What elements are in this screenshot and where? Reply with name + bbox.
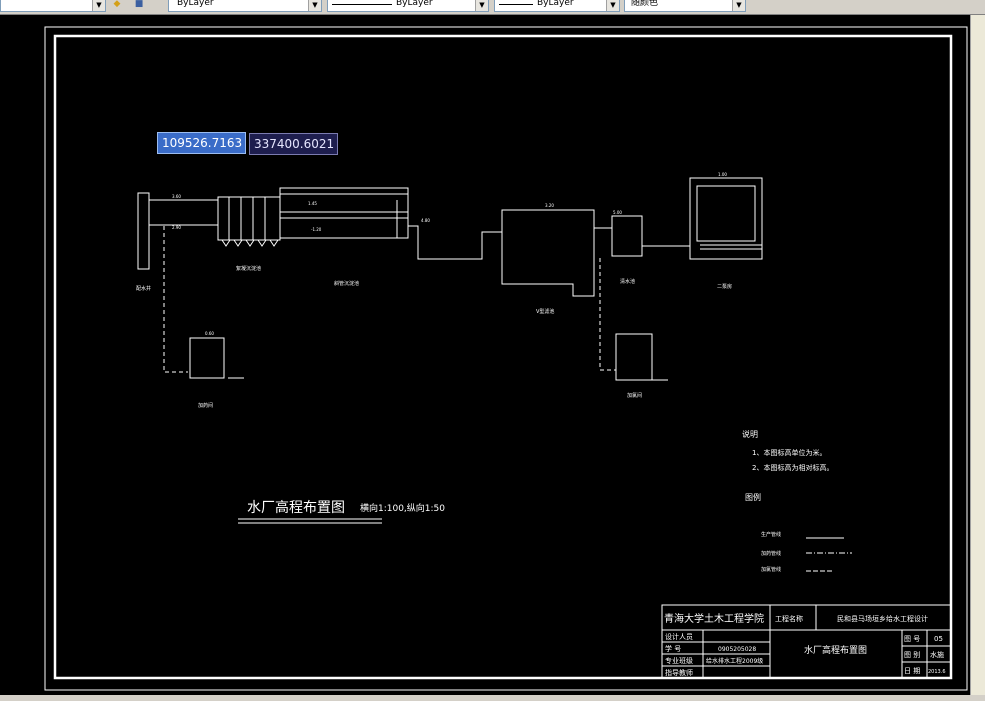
dosing-house [189, 337, 225, 379]
process-profile [137, 177, 763, 381]
project-label: 工程名称 [775, 614, 803, 623]
project-name: 民和县马场垣乡给水工程设计 [837, 614, 928, 623]
elevation-label: 3.20 [545, 203, 554, 208]
structure-label: 斜管沉淀池 [334, 280, 359, 287]
layer-stack-icon[interactable]: ■ [132, 0, 146, 10]
meta-value: 水施 [930, 650, 944, 659]
chevron-down-icon[interactable]: ▼ [308, 0, 321, 11]
linetype-value: ByLayer [396, 0, 433, 8]
notes-heading: 说明 [742, 429, 758, 439]
color-value: ByLayer [177, 0, 214, 8]
sedimentation-tank [279, 187, 409, 239]
x-coordinate-input[interactable]: 109526.7163 [157, 132, 246, 154]
elevation-label: 1.00 [718, 172, 727, 177]
lineweight-dropdown[interactable]: ByLayer ▼ [494, 0, 620, 12]
y-coordinate-input[interactable]: 337400.6021 [249, 133, 338, 155]
clear-water-tank [611, 215, 643, 257]
lineweight-preview [499, 4, 533, 5]
color-dropdown[interactable]: ByLayer ▼ [168, 0, 322, 12]
elevation-label: -1.20 [311, 227, 322, 232]
drawing-scale: 横向1:100,纵向1:50 [360, 502, 445, 514]
elevation-label: 3.60 [172, 194, 181, 199]
linetype-dropdown[interactable]: ByLayer ▼ [327, 0, 489, 12]
plotstyle-dropdown[interactable]: 随颜色 ▼ [624, 0, 746, 12]
structure-label: V型滤池 [536, 308, 554, 315]
properties-toolbar: ▼ ◆ ■ ByLayer ▼ ByLayer ▼ ByLayer ▼ 随颜色 … [0, 0, 985, 15]
elevation-label: 4.80 [421, 218, 430, 223]
chevron-down-icon[interactable]: ▼ [475, 0, 488, 11]
meta-value: 05 [934, 635, 943, 643]
structure-label: 二泵房 [717, 283, 732, 290]
chlorination-house [615, 333, 653, 381]
pump-house [689, 177, 763, 260]
row-value: 给水排水工程2009级 [706, 657, 763, 665]
structure-label: 絮凝沉淀池 [236, 265, 261, 272]
v-filter [501, 209, 595, 297]
structure-labels: 配水井 絮凝沉淀池 斜管沉淀池 V型滤池 清水池 二泵房 加药间 加氯间 [136, 265, 732, 409]
note-item: 1、本图标高单位为米。 [752, 448, 826, 457]
meta-value: 2013.6 [928, 669, 946, 675]
meta-label: 图 别 [904, 650, 920, 659]
outer-border [44, 26, 968, 691]
structure-label: 加氯间 [627, 392, 642, 399]
structure-label: 加药间 [198, 402, 213, 409]
meta-label: 图 号 [904, 635, 920, 643]
horizontal-scrollbar[interactable] [0, 695, 985, 701]
drawing-title: 水厂高程布置图 [247, 499, 345, 516]
note-item: 2、本图标高为相对标高。 [752, 463, 833, 472]
distribution-well [137, 192, 150, 270]
elevation-label: 1.45 [308, 201, 317, 206]
vertical-scrollbar[interactable] [970, 15, 985, 695]
legend-label: 加药管线 [761, 550, 781, 557]
elevation-label: 0.60 [205, 331, 214, 336]
elevation-label: 2.90 [172, 225, 181, 230]
structure-label: 清水池 [620, 278, 635, 285]
block-drawing-name: 水厂高程布置图 [804, 644, 867, 656]
structure-label: 配水井 [136, 285, 151, 292]
plotstyle-value: 随颜色 [631, 0, 659, 8]
chevron-down-icon[interactable]: ▼ [732, 0, 745, 11]
row-label: 设计人员 [665, 632, 693, 641]
drawing-svg: 3.60 2.90 1.45 -1.20 4.80 3.20 5.00 1.00… [44, 26, 968, 691]
layer-dropdown[interactable]: ▼ [0, 0, 106, 12]
linetype-preview [332, 4, 392, 5]
flocculation-tank [217, 196, 281, 241]
elevation-label: 5.00 [613, 210, 622, 215]
lineweight-value: ByLayer [537, 0, 574, 8]
legend-label: 加氯管线 [761, 566, 781, 573]
row-label: 学 号 [665, 644, 681, 653]
meta-label: 日 期 [904, 667, 920, 675]
chevron-down-icon[interactable]: ▼ [92, 0, 105, 11]
legend-label: 生产管线 [761, 531, 781, 538]
layer-state-icon[interactable]: ◆ [110, 0, 124, 10]
row-label: 专业班级 [665, 656, 693, 665]
row-value: 0905205028 [718, 646, 756, 653]
chevron-down-icon[interactable]: ▼ [606, 0, 619, 11]
institution-name: 青海大学土木工程学院 [664, 612, 764, 625]
row-label: 指导教师 [665, 668, 693, 677]
drawing-canvas[interactable]: 3.60 2.90 1.45 -1.20 4.80 3.20 5.00 1.00… [0, 15, 970, 695]
legend-heading: 图例 [745, 492, 761, 502]
